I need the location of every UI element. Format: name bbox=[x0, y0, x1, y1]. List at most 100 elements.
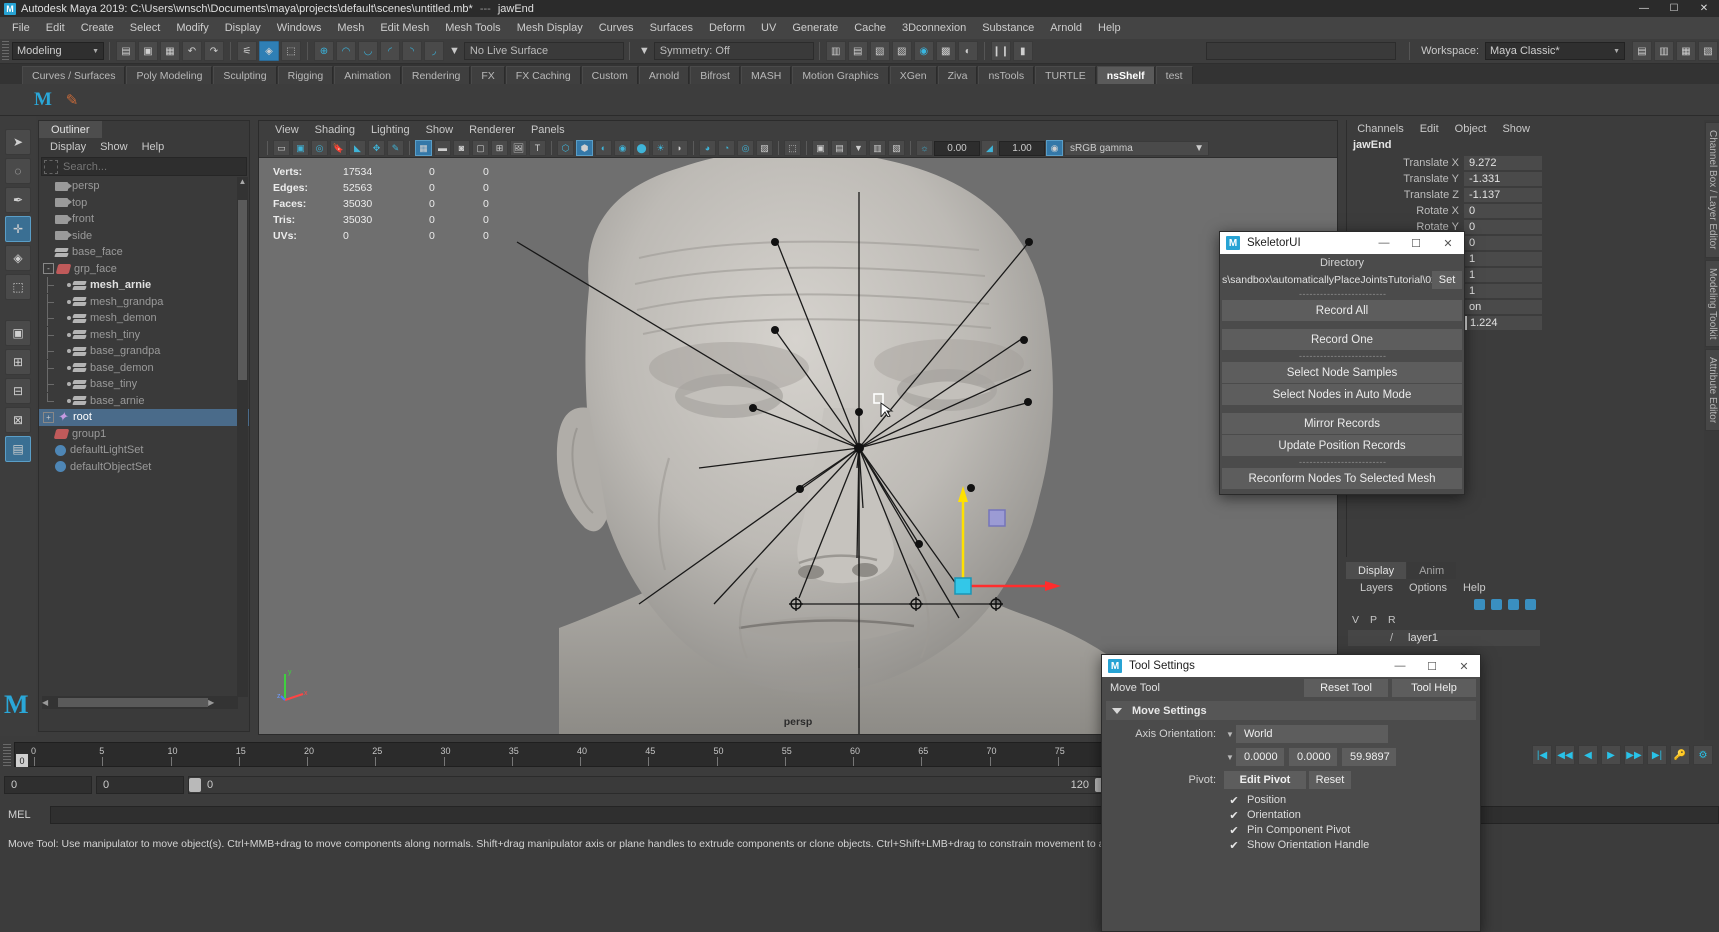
layer-row[interactable]: / layer1 bbox=[1348, 630, 1540, 646]
skeletor-directory-value[interactable]: s\sandbox\automaticallyPlaceJointsTutori… bbox=[1222, 274, 1432, 286]
outliner-item-base-face[interactable]: base_face bbox=[39, 244, 249, 261]
scroll-up-icon[interactable]: ▲ bbox=[237, 177, 248, 186]
aa-icon[interactable]: ◎ bbox=[737, 140, 754, 156]
viewport-menu-panels[interactable]: Panels bbox=[523, 124, 573, 136]
last-tool-button[interactable]: ▣ bbox=[5, 320, 31, 346]
textured-shading-icon[interactable]: ◉ bbox=[614, 140, 631, 156]
isolate-select-icon[interactable]: ⬚ bbox=[784, 140, 801, 156]
skeletor-maximize-button[interactable]: ☐ bbox=[1400, 232, 1432, 254]
reset-tool-button[interactable]: Reset Tool bbox=[1304, 679, 1388, 697]
menu-item-create[interactable]: Create bbox=[73, 20, 122, 36]
layout-two-button[interactable]: ⊟ bbox=[5, 378, 31, 404]
layer-new-icon[interactable] bbox=[1474, 599, 1485, 610]
minimize-button[interactable]: — bbox=[1629, 0, 1659, 17]
xray-active-comp-icon[interactable]: ▤ bbox=[831, 140, 848, 156]
outliner-item-side[interactable]: side bbox=[39, 228, 249, 245]
channel-value[interactable]: 0 bbox=[1464, 220, 1542, 234]
viewport-menu-lighting[interactable]: Lighting bbox=[363, 124, 418, 136]
shelf-tab-mash[interactable]: MASH bbox=[741, 66, 791, 84]
skeletor-select-node-samples-button[interactable]: Select Node Samples bbox=[1222, 362, 1462, 383]
skeletor-set-button[interactable]: Set bbox=[1432, 271, 1462, 289]
axis-value-y[interactable]: 0.0000 bbox=[1289, 748, 1337, 766]
ipr-render-button[interactable]: ▤ bbox=[848, 41, 868, 61]
snap-uv-button[interactable]: ◞ bbox=[424, 41, 444, 61]
selection-filter-icon[interactable] bbox=[44, 160, 58, 174]
viewport-menu-shading[interactable]: Shading bbox=[307, 124, 363, 136]
skeletor-mirror-records-button[interactable]: Mirror Records bbox=[1222, 413, 1462, 434]
gate-mask-icon[interactable]: ▢ bbox=[472, 140, 489, 156]
xray-shading-icon[interactable]: ⬤ bbox=[633, 140, 650, 156]
outliner-tab[interactable]: Outliner bbox=[39, 121, 102, 138]
layer-new-from-selected-icon[interactable] bbox=[1491, 599, 1502, 610]
outliner-item-mesh-grandpa[interactable]: mesh_grandpa bbox=[39, 294, 249, 311]
exposure-value[interactable]: 0.00 bbox=[934, 141, 980, 156]
redo-button[interactable]: ↷ bbox=[204, 41, 224, 61]
image-plane-icon[interactable]: ◣ bbox=[349, 140, 366, 156]
film-gate-icon[interactable]: ▬ bbox=[434, 140, 451, 156]
channel-value[interactable]: on bbox=[1464, 300, 1542, 314]
channel-value[interactable]: -1.137 bbox=[1464, 188, 1542, 202]
outliner-item-group1[interactable]: group1 bbox=[39, 426, 249, 443]
menu-item-edit-mesh[interactable]: Edit Mesh bbox=[372, 20, 437, 36]
layer-menu-layers[interactable]: Layers bbox=[1352, 582, 1401, 594]
bookmark-icon[interactable]: 🔖 bbox=[330, 140, 347, 156]
snap-point-button[interactable]: ◡ bbox=[358, 41, 378, 61]
checkbox-orientation[interactable]: ✔Orientation bbox=[1228, 809, 1476, 821]
play-backwards-icon[interactable]: ◀ bbox=[1578, 745, 1598, 765]
channel-row-translate-z[interactable]: Translate Z-1.137 bbox=[1347, 187, 1542, 202]
workspace-selector[interactable]: Maya Classic* ▼ bbox=[1485, 42, 1625, 60]
outliner-item-base-demon[interactable]: base_demon bbox=[39, 360, 249, 377]
outliner-item-defaultlightset[interactable]: defaultLightSet bbox=[39, 442, 249, 459]
channel-row-translate-x[interactable]: Translate X9.272 bbox=[1347, 155, 1542, 170]
viewport-menu-renderer[interactable]: Renderer bbox=[461, 124, 523, 136]
animation-preferences-icon[interactable]: ⚙ bbox=[1693, 745, 1713, 765]
menu-item-cache[interactable]: Cache bbox=[846, 20, 894, 36]
layer-menu-help[interactable]: Help bbox=[1455, 582, 1494, 594]
menu-item-help[interactable]: Help bbox=[1090, 20, 1129, 36]
channel-value[interactable]: 1 bbox=[1464, 284, 1542, 298]
shaded-wireframe-icon[interactable]: ◐ bbox=[595, 140, 612, 156]
shelf-tab-rendering[interactable]: Rendering bbox=[402, 66, 470, 84]
outliner-item-base-arnie[interactable]: base_arnie bbox=[39, 393, 249, 410]
outliner-menu-display[interactable]: Display bbox=[43, 141, 93, 153]
go-to-end-icon[interactable]: ▶| bbox=[1647, 745, 1667, 765]
maya-shelf-logo-icon[interactable]: M bbox=[30, 87, 56, 113]
pause-button[interactable]: ❙❙ bbox=[991, 41, 1011, 61]
select-by-component-button[interactable]: ⬚ bbox=[281, 41, 301, 61]
outliner-menu-help[interactable]: Help bbox=[135, 141, 172, 153]
channel-name[interactable]: Rotate X bbox=[1347, 205, 1464, 217]
shelf-tab-arnold[interactable]: Arnold bbox=[639, 66, 689, 84]
layer-tab-anim[interactable]: Anim bbox=[1407, 562, 1456, 579]
color-space-icon[interactable]: ◉ bbox=[1046, 140, 1063, 156]
snap-curve-button[interactable]: ◠ bbox=[336, 41, 356, 61]
snap-grid-button[interactable]: ⊕ bbox=[314, 41, 334, 61]
bookmark-camera-icon[interactable]: ◎ bbox=[311, 140, 328, 156]
shelf-tab-nsshelf[interactable]: nsShelf bbox=[1097, 66, 1155, 84]
channel-name[interactable]: Translate Z bbox=[1347, 189, 1464, 201]
select-camera-icon[interactable]: ▭ bbox=[273, 140, 290, 156]
menu-item-modify[interactable]: Modify bbox=[168, 20, 216, 36]
channel-name[interactable]: Translate Y bbox=[1347, 173, 1464, 185]
save-scene-button[interactable]: ▦ bbox=[160, 41, 180, 61]
new-scene-button[interactable]: ▤ bbox=[116, 41, 136, 61]
go-to-start-icon[interactable]: |◀ bbox=[1532, 745, 1552, 765]
shelf-tab-turtle[interactable]: TURTLE bbox=[1035, 66, 1096, 84]
multisample-icon[interactable]: ▨ bbox=[756, 140, 773, 156]
lasso-tool-button[interactable]: ◌ bbox=[5, 158, 31, 184]
skeletor-record-all-button[interactable]: Record All bbox=[1222, 300, 1462, 321]
layout-single-button[interactable]: ⊞ bbox=[5, 349, 31, 375]
menu-item-edit[interactable]: Edit bbox=[38, 20, 73, 36]
menu-item-mesh-tools[interactable]: Mesh Tools bbox=[437, 20, 508, 36]
scale-tool-button[interactable]: ⬚ bbox=[5, 274, 31, 300]
outliner-item-persp[interactable]: persp bbox=[39, 178, 249, 195]
skeletor-minimize-button[interactable]: — bbox=[1368, 232, 1400, 254]
scroll-right-icon[interactable]: ▶ bbox=[208, 698, 214, 707]
two-d-pan-zoom-icon[interactable]: ✥ bbox=[368, 140, 385, 156]
grid-toggle-icon[interactable]: ▦ bbox=[415, 140, 432, 156]
layout-persp-outliner-button[interactable]: ▤ bbox=[5, 436, 31, 462]
grease-pencil-icon[interactable]: ✎ bbox=[387, 140, 404, 156]
menu-item-substance[interactable]: Substance bbox=[974, 20, 1042, 36]
axis-value-z[interactable]: 59.9897 bbox=[1342, 748, 1396, 766]
axis-values-dropdown-icon[interactable]: ▼ bbox=[1224, 753, 1236, 762]
outliner-item-mesh-arnie[interactable]: mesh_arnie bbox=[39, 277, 249, 294]
